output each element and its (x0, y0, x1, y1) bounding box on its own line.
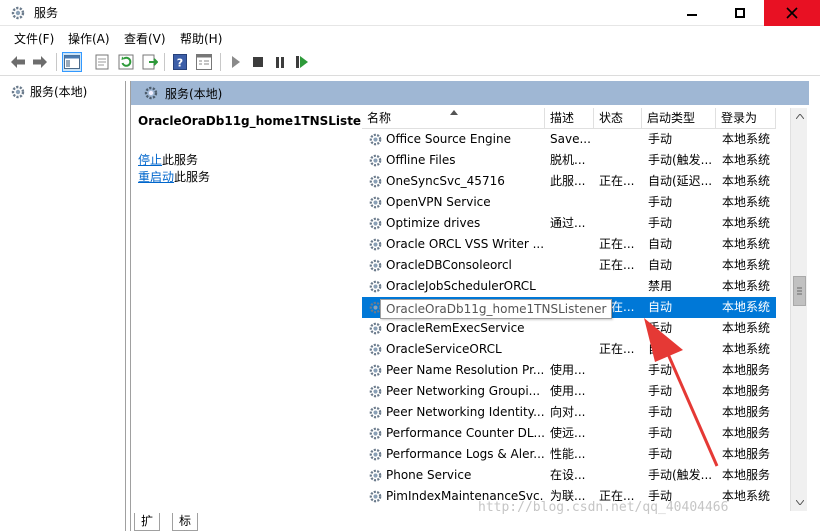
annotation-arrow-icon (644, 318, 719, 467)
tab-standard[interactable]: 标准 (172, 513, 199, 531)
watermark: http://blog.csdn.net/qq_40404466 (478, 500, 729, 515)
tab-extended[interactable]: 扩展 (134, 513, 161, 531)
